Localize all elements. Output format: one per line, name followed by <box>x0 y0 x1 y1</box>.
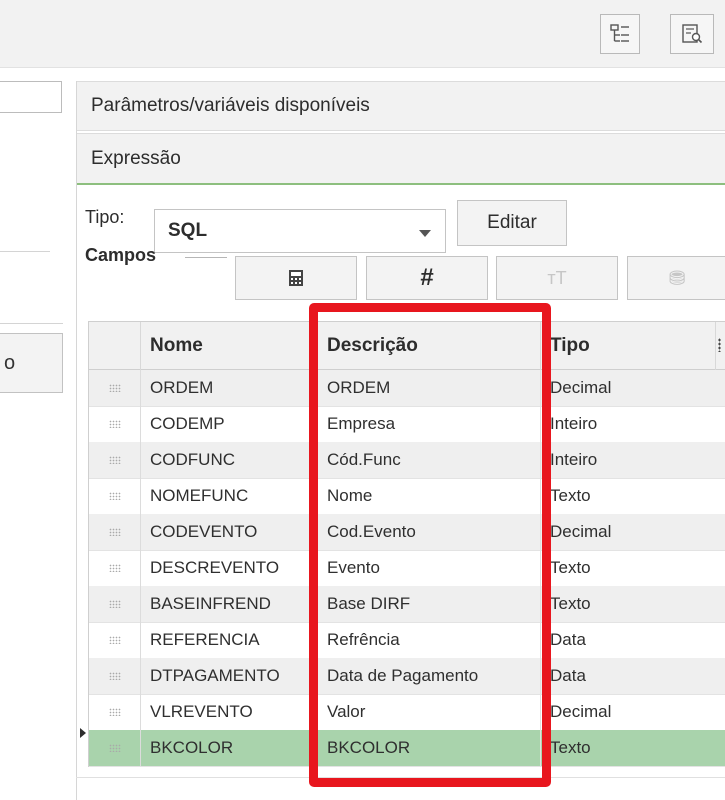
cell-nome[interactable]: VLREVENTO <box>141 694 318 730</box>
expression-header-title: Expressão <box>91 147 181 169</box>
drag-handle-icon <box>108 672 121 680</box>
search-document-button[interactable] <box>670 14 714 54</box>
cell-tipo[interactable]: Data <box>541 658 725 694</box>
tipo-label: Tipo: <box>85 207 125 227</box>
column-menu-icon[interactable] <box>718 338 721 352</box>
left-divider <box>0 323 63 324</box>
row-drag-handle[interactable] <box>89 694 141 730</box>
cell-tipo[interactable]: Inteiro <box>541 442 725 478</box>
cell-nome[interactable]: BASEINFREND <box>141 586 318 622</box>
drag-handle-icon <box>108 636 121 644</box>
row-drag-handle[interactable] <box>89 550 141 586</box>
drag-handle-icon <box>108 600 121 608</box>
column-header-tipo[interactable]: Tipo <box>541 322 716 370</box>
cell-tipo[interactable]: Texto <box>541 550 725 586</box>
calculator-button[interactable] <box>235 256 357 300</box>
text-size-button[interactable]: тT <box>496 256 618 300</box>
cell-tipo[interactable]: Texto <box>541 586 725 622</box>
column-header-nome[interactable]: Nome <box>141 322 318 370</box>
tipo-select-value: SQL <box>168 220 208 241</box>
cell-nome[interactable]: DESCREVENTO <box>141 550 318 586</box>
hash-icon: # <box>420 264 434 291</box>
search-document-icon <box>682 24 703 44</box>
drag-handle-icon <box>108 420 121 428</box>
coins-icon: ⛃ <box>668 267 686 290</box>
drag-handle-icon <box>108 384 121 392</box>
cell-tipo[interactable]: Decimal <box>541 694 725 730</box>
left-action-button-label: o <box>4 351 16 374</box>
params-header-title: Parâmetros/variáveis disponíveis <box>91 95 370 116</box>
cell-tipo[interactable]: Decimal <box>541 370 725 406</box>
grid-handle-header <box>89 322 141 370</box>
annotation-highlight-box <box>309 303 551 787</box>
row-drag-handle[interactable] <box>89 370 141 406</box>
row-drag-handle[interactable] <box>89 442 141 478</box>
row-drag-handle[interactable] <box>89 478 141 514</box>
drag-handle-icon <box>108 564 121 572</box>
text-size-icon: тT <box>547 267 567 288</box>
row-drag-handle[interactable] <box>89 658 141 694</box>
params-header[interactable]: Parâmetros/variáveis disponíveis <box>77 81 725 131</box>
row-drag-handle[interactable] <box>89 406 141 442</box>
drag-handle-icon <box>108 456 121 464</box>
cell-nome[interactable]: CODEVENTO <box>141 514 318 550</box>
tree-structure-button[interactable] <box>600 14 640 54</box>
drag-handle-icon <box>108 744 121 752</box>
expression-header[interactable]: Expressão <box>77 133 725 185</box>
editar-button[interactable]: Editar <box>457 200 567 246</box>
row-drag-handle[interactable] <box>89 586 141 622</box>
current-row-arrow-icon <box>80 728 86 738</box>
tree-structure-icon <box>610 24 629 42</box>
editar-button-label: Editar <box>487 212 537 233</box>
campos-divider <box>185 257 227 258</box>
cell-tipo[interactable]: Texto <box>541 478 725 514</box>
calculator-icon <box>289 270 303 286</box>
campos-label: Campos <box>85 245 157 265</box>
drag-handle-icon <box>108 708 121 716</box>
hash-button[interactable]: # <box>366 256 488 300</box>
cell-nome[interactable]: BKCOLOR <box>141 730 318 766</box>
cell-nome[interactable]: ORDEM <box>141 370 318 406</box>
top-toolbar <box>0 0 725 68</box>
cell-tipo[interactable]: Inteiro <box>541 406 725 442</box>
row-drag-handle[interactable] <box>89 514 141 550</box>
row-drag-handle[interactable] <box>89 622 141 658</box>
chevron-down-icon <box>419 230 431 237</box>
drag-handle-icon <box>108 528 121 536</box>
row-drag-handle[interactable] <box>89 730 141 766</box>
cell-nome[interactable]: DTPAGAMENTO <box>141 658 318 694</box>
cell-nome[interactable]: REFERENCIA <box>141 622 318 658</box>
cell-nome[interactable]: CODEMP <box>141 406 318 442</box>
cell-tipo[interactable]: Data <box>541 622 725 658</box>
cell-nome[interactable]: CODFUNC <box>141 442 318 478</box>
cell-nome[interactable]: NOMEFUNC <box>141 478 318 514</box>
left-action-button[interactable]: o <box>0 333 63 393</box>
tipo-select[interactable]: SQL <box>154 209 446 253</box>
cell-tipo[interactable]: Decimal <box>541 514 725 550</box>
cell-tipo[interactable]: Texto <box>541 730 725 766</box>
left-text-input[interactable] <box>0 81 62 113</box>
coins-button[interactable]: ⛃ <box>627 256 725 300</box>
drag-handle-icon <box>108 492 121 500</box>
left-divider <box>0 251 50 252</box>
